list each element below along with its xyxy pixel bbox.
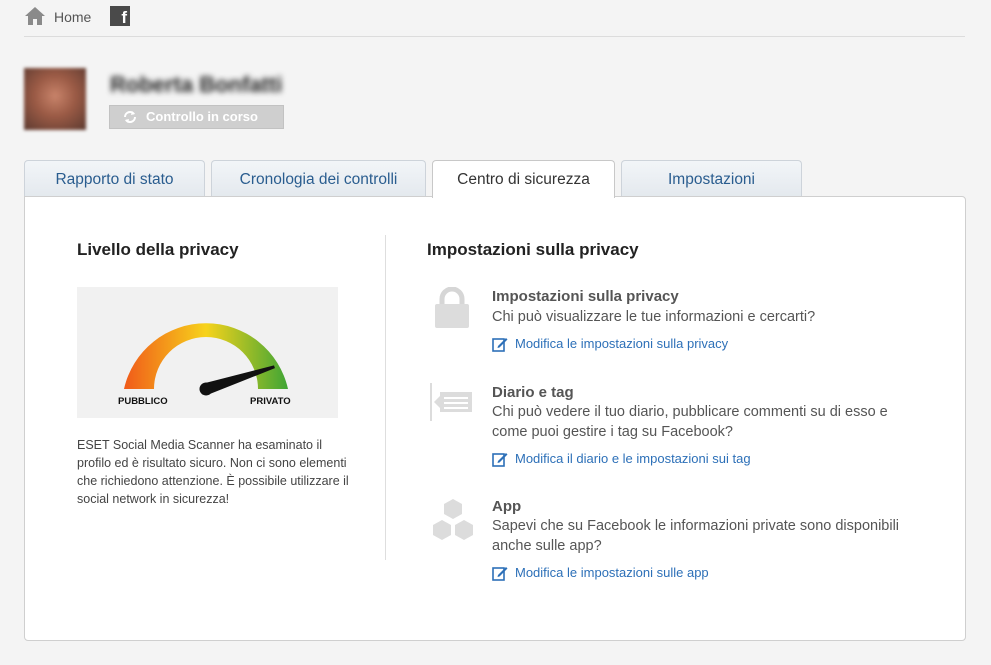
edit-privacy-link-text[interactable]: Modifica le impostazioni sulla privacy [515,336,728,351]
timeline-icon [430,383,472,421]
tab-security-center[interactable]: Centro di sicurezza [432,160,615,198]
privacy-level-title: Livello della privacy [77,240,239,259]
gauge-private-label: PRIVATO [250,396,291,407]
tab-status-report[interactable]: Rapporto di stato [24,160,205,196]
profile-name: Roberta Bonfatti [110,72,283,97]
edit-icon [492,567,508,581]
edit-apps-link-text[interactable]: Modifica le impostazioni sulle app [515,565,709,580]
home-link[interactable]: Home [54,9,91,25]
column-divider [385,235,386,560]
home-icon[interactable] [24,6,46,26]
section-desc-apps: Sapevi che su Facebook le informazioni p… [492,518,900,554]
refresh-icon [124,111,136,123]
scan-status-label: Controllo in corso [146,109,258,124]
privacy-level-description: ESET Social Media Scanner ha esaminato i… [77,438,349,506]
section-title-apps: App [492,498,522,515]
gauge-chart [124,323,288,396]
edit-icon [492,453,508,467]
gauge-public-label: PUBBLICO [118,396,168,407]
privacy-gauge: PUBBLICO PRIVATO [77,287,338,418]
avatar [24,68,86,130]
section-desc-privacy: Chi può visualizzare le tue informazioni… [492,309,816,325]
facebook-icon[interactable]: f [110,6,130,26]
edit-timeline-link-text[interactable]: Modifica il diario e le impostazioni sui… [515,451,751,466]
scan-status-button[interactable]: Controllo in corso [109,105,284,129]
lock-icon [435,287,469,328]
tab-scan-history[interactable]: Cronologia dei controlli [211,160,426,196]
privacy-settings-title: Impostazioni sulla privacy [427,240,639,259]
tab-settings[interactable]: Impostazioni [621,160,802,196]
section-title-privacy: Impostazioni sulla privacy [492,288,679,305]
section-desc-timeline: Chi può vedere il tuo diario, pubblicare… [492,404,888,440]
top-bar: Home f [24,0,965,37]
hexagons-icon [433,499,473,540]
edit-icon [492,338,508,352]
gauge-arc [124,323,288,389]
section-title-timeline: Diario e tag [492,384,574,401]
